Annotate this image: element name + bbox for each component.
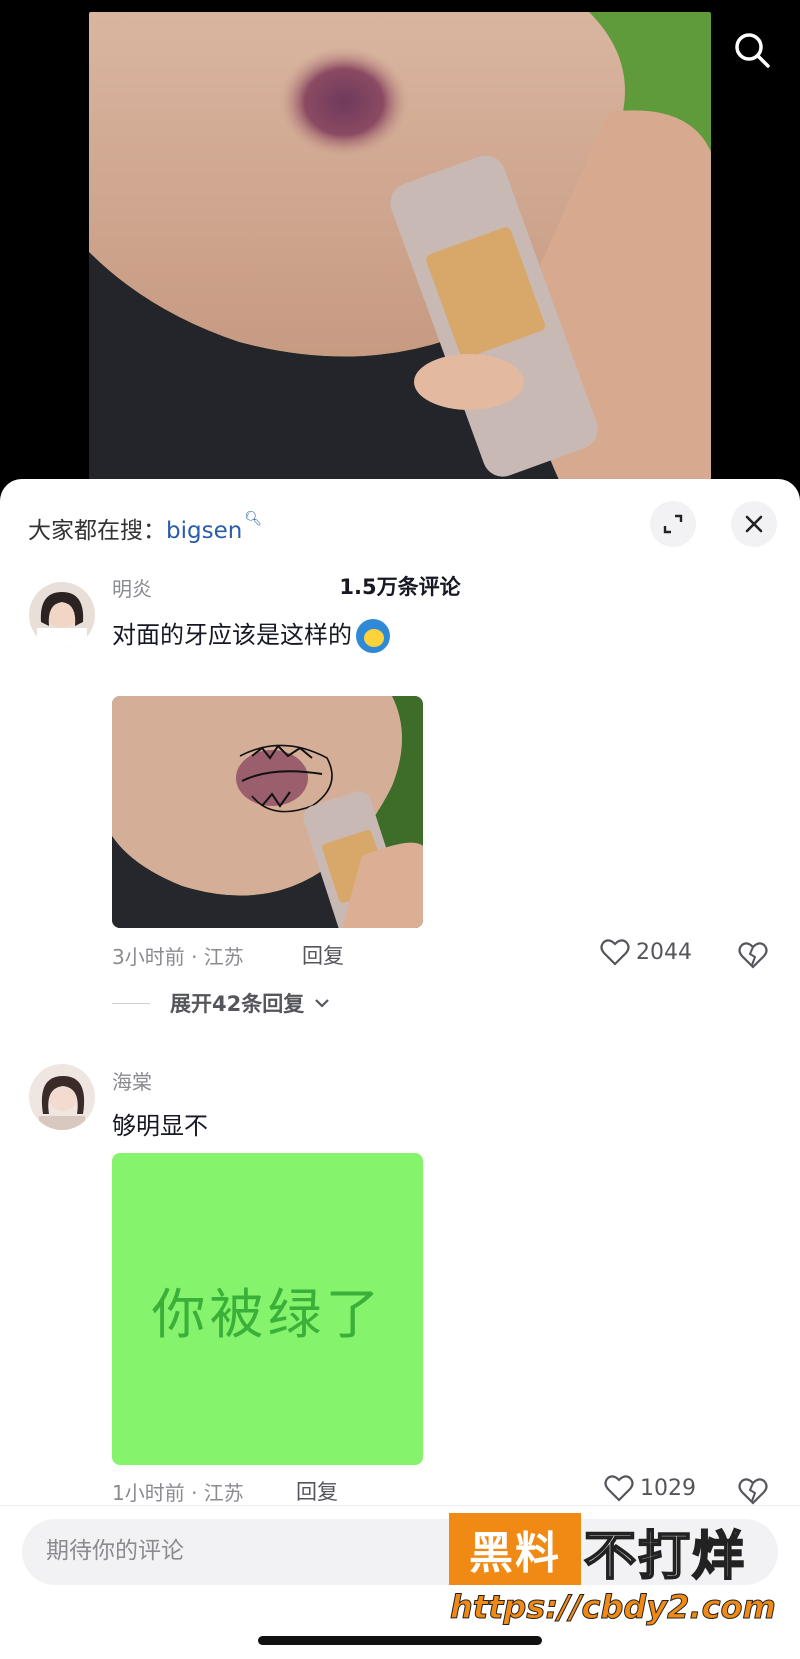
comment-username[interactable]: 海棠 [112,1066,152,1095]
avatar[interactable] [29,582,95,648]
comment-image[interactable]: 你被绿了 [112,1153,423,1465]
close-icon [745,515,763,533]
expand-replies-button[interactable]: 展开42条回复 [112,988,330,1018]
reply-button[interactable]: 回复 [302,940,344,970]
search-button[interactable] [730,28,774,72]
comment-image[interactable] [112,696,423,928]
sweat-emoji-icon [356,619,390,653]
broken-heart-icon [738,942,768,969]
like-count: 1029 [640,1475,696,1501]
watermark-text: 不打烊 [583,1526,747,1588]
trending-prefix: 大家都在搜： [28,518,166,544]
watermark-url: https://cbdy2.com [450,1588,777,1627]
like-button[interactable]: 2044 [600,938,692,966]
trending-keyword[interactable]: bigsen [166,518,242,544]
like-count: 2044 [636,939,692,965]
dislike-button[interactable] [738,941,768,969]
expand-button[interactable] [650,501,696,547]
trending-search[interactable]: 大家都在搜：bigsen 🔍︎ [28,511,262,545]
comment-time-location: 3小时前 · 江苏 [112,945,244,969]
avatar[interactable] [29,1064,95,1130]
broken-heart-icon [738,1478,768,1505]
comment-text: 够明显不 [112,1112,208,1140]
video-frame[interactable] [89,12,711,480]
like-button[interactable]: 1029 [604,1474,696,1502]
expand-icon [663,514,683,534]
input-divider [0,1505,800,1506]
search-small-icon: 🔍︎ [244,511,263,527]
green-image-card: 你被绿了 [112,1153,423,1465]
video-thumbnail [89,12,711,480]
comment-username[interactable]: 明炎 [112,573,152,602]
reply-button[interactable]: 回复 [296,1476,338,1506]
comment-time-location: 1小时前 · 江苏 [112,1481,244,1505]
close-button[interactable] [731,501,777,547]
comment-text: 对面的牙应该是这样的 [112,615,390,653]
heart-icon [600,939,630,966]
green-image-text: 你被绿了 [151,1282,384,1346]
comment-sheet: 大家都在搜：bigsen 🔍︎ 1.5万条评论 明炎 对面的牙应该是这样的 3小… [0,479,800,1659]
chevron-down-icon [315,999,330,1008]
search-icon [735,33,770,68]
watermark-badge: 黑料 [449,1513,581,1585]
heart-icon [604,1475,634,1502]
dislike-button[interactable] [738,1477,768,1505]
comment-input[interactable] [44,1537,428,1565]
divider-line [112,1002,150,1004]
home-indicator[interactable] [258,1636,542,1645]
